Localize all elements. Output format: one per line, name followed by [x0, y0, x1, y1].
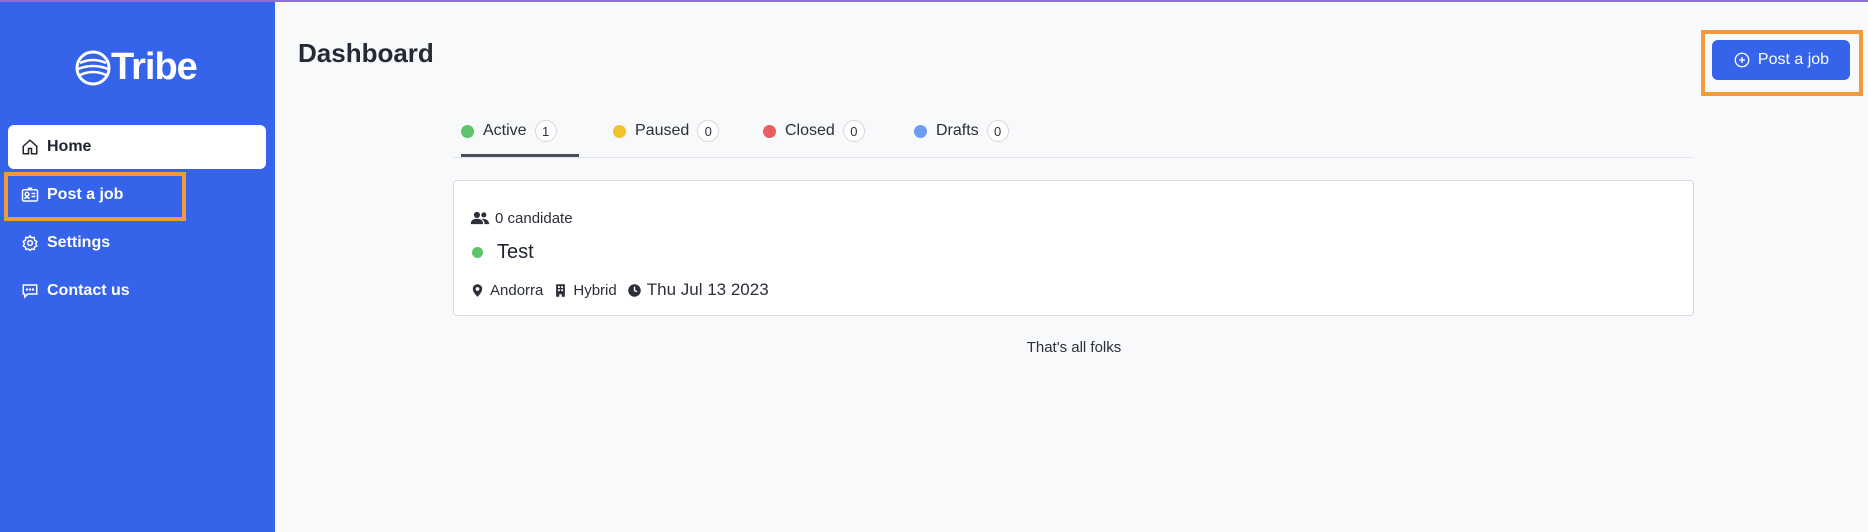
people-icon	[470, 211, 490, 225]
job-date-text: Thu Jul 13 2023	[646, 280, 769, 299]
sidebar-item-contact-us[interactable]: Contact us	[8, 269, 266, 313]
sidebar-item-label: Home	[47, 138, 92, 155]
sidebar-item-label: Contact us	[47, 282, 130, 299]
globe-logo-icon	[75, 50, 111, 85]
highlight-box-post-a-job-button	[1701, 30, 1863, 96]
sidebar-item-settings[interactable]: Settings	[8, 221, 266, 265]
tab-closed[interactable]: Closed 0	[763, 120, 865, 157]
page-title: Dashboard	[298, 38, 434, 68]
job-meta: Andorra Hybrid Thu Jul 13 2023	[470, 280, 779, 300]
end-of-list-note: That's all folks	[1026, 339, 1122, 356]
candidate-count: 0 candidate	[470, 209, 573, 227]
sidebar-nav: Home Post a job Settings Contact us	[8, 125, 266, 317]
candidate-count-text: 0 candidate	[495, 209, 573, 227]
job-location-text: Andorra	[490, 281, 544, 299]
status-dot-icon	[763, 124, 776, 138]
brand-logo[interactable]: Tribe	[73, 46, 198, 89]
tab-count-badge: 1	[534, 120, 557, 142]
job-date: Thu Jul 13 2023	[627, 280, 769, 300]
sidebar: Tribe Home Post a job Settings Contact u…	[0, 2, 275, 532]
status-dot-icon	[613, 124, 626, 138]
tab-count-badge: 0	[697, 120, 720, 142]
tab-drafts[interactable]: Drafts 0	[914, 120, 1009, 157]
sidebar-item-label: Settings	[47, 234, 111, 251]
top-accent-line	[0, 0, 1868, 2]
tab-count-badge: 0	[986, 120, 1009, 142]
tab-label: Drafts	[936, 122, 979, 139]
clock-icon	[627, 283, 641, 297]
sidebar-item-home[interactable]: Home	[8, 125, 266, 169]
brand-name: Tribe	[111, 46, 198, 88]
job-title-row[interactable]: Test	[472, 241, 534, 264]
status-tabs: Active 1 Paused 0 Closed 0 Drafts 0	[453, 120, 1694, 158]
tab-active[interactable]: Active 1	[461, 120, 579, 157]
home-icon	[22, 139, 38, 155]
highlight-box-sidebar-post-a-job	[4, 172, 186, 221]
job-workplace: Hybrid	[553, 281, 617, 299]
status-dot-icon	[914, 124, 927, 138]
tab-label: Closed	[785, 122, 835, 139]
job-card[interactable]: 0 candidate Test Andorra Hybrid Thu Jul …	[453, 180, 1694, 316]
map-pin-icon	[472, 283, 483, 297]
gear-icon	[22, 234, 38, 252]
tab-count-badge: 0	[842, 120, 865, 142]
status-dot-icon	[461, 124, 474, 138]
job-title: Test	[497, 241, 534, 263]
job-location: Andorra	[470, 282, 543, 299]
chat-icon	[22, 284, 38, 299]
tab-paused[interactable]: Paused 0	[613, 120, 720, 157]
building-icon	[556, 283, 566, 297]
tab-label: Paused	[635, 122, 690, 139]
tab-label: Active	[483, 122, 527, 139]
job-workplace-text: Hybrid	[573, 281, 617, 299]
job-status-dot-icon	[472, 247, 483, 258]
